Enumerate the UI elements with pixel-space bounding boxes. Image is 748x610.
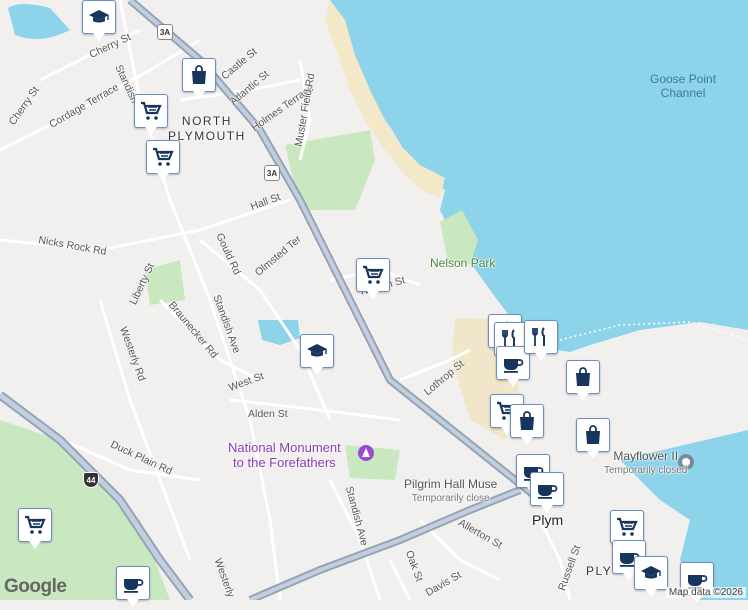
map-pin-school[interactable] [82,0,118,44]
map-pin-box [18,508,52,542]
map-pin-school[interactable] [300,334,336,378]
shopping-bag-icon [520,411,534,430]
label-mayflower-name: Mayflower II [613,449,679,463]
map-pin-box [510,404,544,438]
map-pin-coffee[interactable] [530,472,566,516]
shopping-bag-icon [586,425,600,444]
map-pin-tail [507,379,519,387]
map-pin-shopping-bag[interactable] [576,418,612,462]
shopping-cart-icon [141,101,162,120]
school-icon [641,566,661,579]
map-pin-shopping-cart[interactable] [146,140,182,184]
map-pin-tail [587,451,599,459]
shopping-cart-icon [153,147,174,166]
map-pin-restaurant[interactable] [524,320,560,364]
map-pin-box [566,360,600,394]
map-pin-tail [311,367,323,375]
map-pin-box [116,566,150,600]
map-pin-shopping-bag[interactable] [182,58,218,102]
label-national-monument[interactable]: National Monument to the Forefathers [228,440,341,470]
shopping-bag-icon [576,367,590,386]
map-pin-shopping-cart[interactable] [356,258,392,302]
map-pin-box [82,0,116,34]
shopping-bag-icon [192,65,206,84]
restaurant-icon [532,327,545,346]
map-pin-box [576,418,610,452]
map-pin-tail [367,291,379,299]
map-pin-tail [157,173,169,181]
label-goose-point-channel: Goose Point Channel [650,72,717,100]
map-pin-shopping-cart[interactable] [134,94,170,138]
map-pin-coffee[interactable] [116,566,152,610]
label-alden-st: Alden St [248,408,288,420]
map-pin-box [300,334,334,368]
label-pilgrim-hall-status: Temporarily close [411,493,490,504]
coffee-icon [124,579,144,593]
map-pin-tail [145,127,157,135]
map-pin-box [524,320,558,354]
route-3a-shield-mid: 3A [264,165,280,181]
map-pin-shopping-bag[interactable] [510,404,546,448]
map-pin-tail [577,393,589,401]
map-pin-box [182,58,216,92]
map-pin-box [610,510,644,544]
map-pin-tail [193,91,205,99]
map-pin-box [530,472,564,506]
shopping-cart-icon [363,265,384,284]
map-pin-tail [521,437,533,445]
school-icon [89,10,109,23]
map-pin-school[interactable] [634,556,670,600]
map-pin-box [634,556,668,590]
label-mayflower-status: Temporarily closed [604,465,688,476]
label-mayflower[interactable]: Mayflower II Temporarily closed [604,450,687,477]
route-3a-shield-top: 3A [157,24,173,40]
shopping-cart-icon [25,515,46,534]
coffee-icon [504,359,524,373]
map-pin-tail [541,505,553,513]
label-pilgrim-hall-name: Pilgrim Hall Muse [404,477,498,491]
map-pin-box [146,140,180,174]
map-pin-coffee[interactable] [680,562,716,606]
coffee-icon [538,485,558,499]
label-pilgrim-hall[interactable]: Pilgrim Hall Muse Temporarily close [404,478,497,505]
us-44-shield: 44 [83,472,99,488]
map-pin-shopping-bag[interactable] [566,360,602,404]
map-pin-box [356,258,390,292]
label-plymouth-caps: PLY [586,564,613,578]
map-pin-tail [645,589,657,597]
map-pin-tail [93,33,105,41]
map-pin-tail [535,353,547,361]
map-attribution[interactable]: Map data ©2026 [665,587,746,598]
map-pin-tail [127,599,139,607]
map-pin-tail [29,541,41,549]
school-icon [307,344,327,357]
map-pin-box [134,94,168,128]
label-nelson-park: Nelson Park [430,256,496,270]
shopping-cart-icon [617,517,638,536]
map-pin-shopping-cart[interactable] [18,508,54,552]
google-logo: Google [4,576,67,597]
